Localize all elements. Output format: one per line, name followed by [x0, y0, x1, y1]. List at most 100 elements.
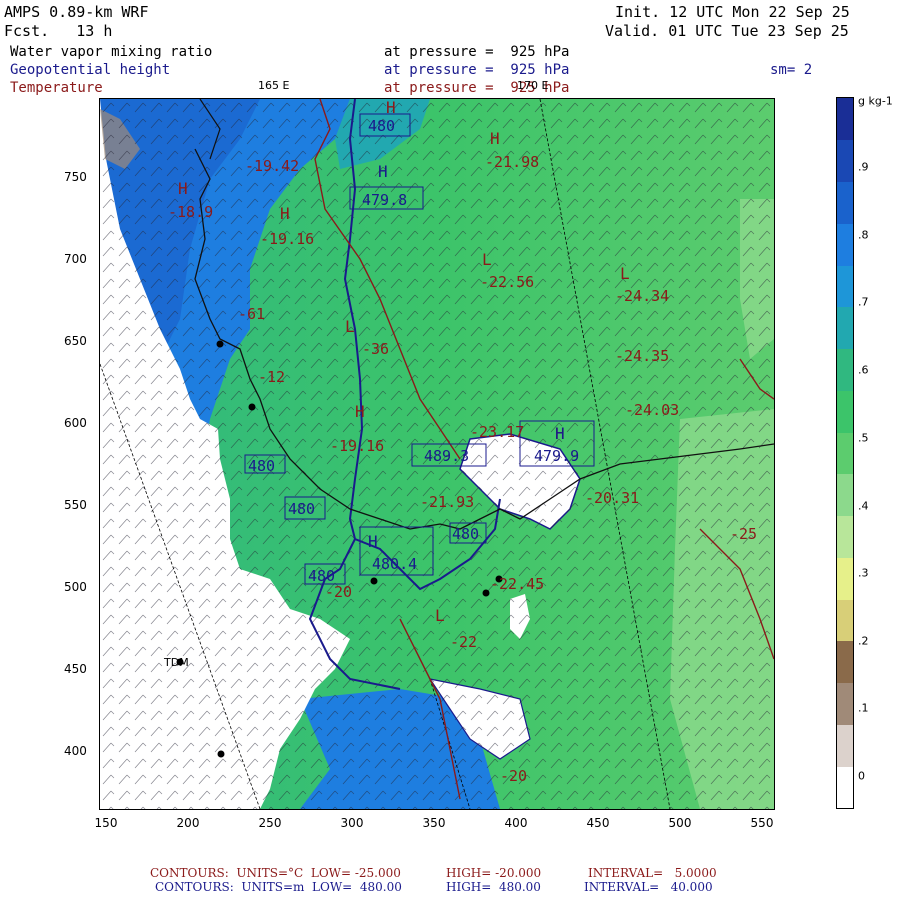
temp-label: -24.35: [615, 347, 669, 365]
colorbar-segment: [837, 390, 853, 433]
colorbar-tick-label: .2: [858, 634, 869, 648]
colorbar-tick-label: .4: [858, 499, 869, 513]
svg-text:H: H: [280, 204, 290, 223]
colorbar-segment: [837, 640, 853, 684]
colorbar-segment: [837, 473, 853, 517]
svg-text:H: H: [490, 129, 500, 148]
field2-name: Geopotential height: [10, 62, 171, 78]
colorbar-tick-label: .8: [858, 228, 869, 242]
temp-label: -24.34: [615, 287, 669, 305]
temp-label: -20: [500, 767, 527, 785]
station-dot: [217, 750, 225, 758]
colorbar-segment: [837, 181, 853, 224]
colorbar-tick-label: .1: [858, 701, 869, 715]
height-label: 479.9: [534, 447, 579, 465]
temp-label: -25: [730, 525, 757, 543]
colorbar-segment: [837, 724, 853, 767]
colorbar-tick-label: .5: [858, 431, 869, 445]
colorbar-tick-label: .3: [858, 566, 869, 580]
x-tick: 550: [750, 816, 774, 830]
temp-label: -22.45: [490, 575, 544, 593]
colorbar-segment: [837, 306, 853, 350]
svg-text:H: H: [386, 99, 396, 117]
x-tick: 500: [668, 816, 692, 830]
field1-level: at pressure = 925 hPa: [384, 44, 570, 60]
meridian-170-label: 170 E: [517, 79, 549, 92]
temp-label: -21.98: [485, 153, 539, 171]
height-label: 480: [452, 525, 479, 543]
svg-text:H: H: [555, 424, 565, 443]
height-label: 480: [248, 457, 275, 475]
y-tick: 550: [64, 498, 87, 512]
colorbar-segment: [837, 348, 853, 391]
height-label: 480: [368, 117, 395, 135]
x-tick: 150: [94, 816, 118, 830]
field2-level: at pressure = 925 hPa: [384, 62, 570, 78]
temp-label: -19.42: [245, 157, 299, 175]
temp-label: -22: [450, 633, 477, 651]
valid-time: Valid. 01 UTC Tue 23 Sep 25: [605, 22, 849, 40]
y-tick: 650: [64, 334, 87, 348]
station-dot: [248, 403, 256, 411]
colorbar-tick-label: .9: [858, 160, 869, 174]
colorbar-segment: [837, 557, 853, 600]
x-tick: 250: [258, 816, 282, 830]
temp-label: -20.31: [585, 489, 639, 507]
colorbar-segment: [837, 682, 853, 725]
temp-label: -23.17: [470, 423, 524, 441]
footer-height-contours: CONTOURS: UNITS=m LOW= 480.00: [155, 880, 402, 894]
colorbar-segment: [837, 766, 853, 809]
svg-text:H: H: [368, 532, 378, 551]
x-tick: 400: [504, 816, 528, 830]
map-plot: 480 479.8 489.3 479.9 480 480 480.4 480 …: [99, 98, 775, 810]
svg-text:H: H: [378, 162, 388, 181]
svg-text:L: L: [435, 606, 445, 625]
colorbar-segment: [837, 223, 853, 266]
colorbar: [836, 97, 854, 809]
colorbar-segment: [837, 265, 853, 308]
colorbar-segment: [837, 515, 853, 558]
svg-text:H: H: [355, 402, 365, 421]
y-tick: 700: [64, 252, 87, 266]
colorbar-tick-label: .7: [858, 295, 869, 309]
temp-label: -19.16: [330, 437, 384, 455]
station-label-tdm: TDM: [163, 656, 189, 669]
svg-text:L: L: [345, 317, 355, 336]
init-time: Init. 12 UTC Mon 22 Sep 25: [615, 3, 850, 21]
x-tick: 450: [586, 816, 610, 830]
temp-label: -61: [238, 305, 265, 323]
footer-temp-high: HIGH= -20.000: [446, 866, 542, 880]
height-label: 489.3: [424, 447, 469, 465]
model-title: AMPS 0.89-km WRF: [4, 3, 149, 21]
colorbar-segment: [837, 98, 853, 141]
map-canvas: 480 479.8 489.3 479.9 480 480 480.4 480 …: [100, 99, 774, 809]
colorbar-tick-label: .6: [858, 363, 869, 377]
x-tick: 300: [340, 816, 364, 830]
station-dot: [482, 589, 490, 597]
smoothing-label: sm= 2: [770, 62, 813, 78]
meridian-165-label: 165 E: [258, 79, 290, 92]
station-dot: [370, 577, 378, 585]
y-tick: 600: [64, 416, 87, 430]
field1-name: Water vapor mixing ratio: [10, 44, 213, 60]
temp-label: -19.16: [260, 230, 314, 248]
colorbar-segment: [837, 139, 853, 182]
height-label: 479.8: [362, 191, 407, 209]
temp-label: -24.03: [625, 401, 679, 419]
temp-label: -18.9: [168, 203, 213, 221]
footer-temp-interval: INTERVAL= 5.0000: [588, 866, 717, 880]
height-label: 480.4: [372, 555, 417, 573]
height-label: 480: [288, 500, 315, 518]
forecast-hour: Fcst. 13 h: [4, 22, 113, 40]
svg-text:H: H: [178, 179, 188, 198]
temp-label: -20: [325, 583, 352, 601]
footer-height-interval: INTERVAL= 40.000: [584, 880, 713, 894]
temp-label: -36: [362, 340, 389, 358]
y-tick: 450: [64, 662, 87, 676]
y-tick: 400: [64, 744, 87, 758]
y-tick: 750: [64, 170, 87, 184]
footer-height-high: HIGH= 480.00: [446, 880, 541, 894]
temp-label: -22.56: [480, 273, 534, 291]
x-tick: 350: [422, 816, 446, 830]
colorbar-tick-label: 0: [858, 769, 865, 783]
